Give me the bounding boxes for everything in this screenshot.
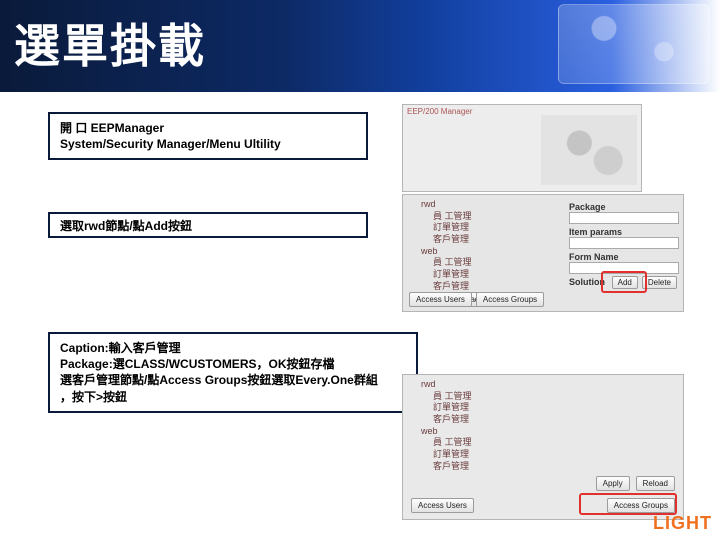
- instruction-3-line2: Package:選CLASS/WCUSTOMERS，OK按鈕存檔: [60, 357, 334, 371]
- tree-node[interactable]: 客戶管理: [407, 414, 547, 426]
- tree-node[interactable]: 訂單管理: [407, 449, 547, 461]
- tree-node[interactable]: 員 工管理: [407, 211, 547, 223]
- banner-graphic: [558, 4, 710, 84]
- access-groups-button[interactable]: Access Groups: [476, 292, 544, 307]
- gear-graphic: [541, 115, 637, 185]
- mock-tree-2: rwd 員 工管理 訂單管理 客戶管理 web 員 工管理 訂單管理 客戶管理: [407, 379, 547, 473]
- instruction-3-line4: ，按下>按鈕: [60, 390, 127, 404]
- tree-node[interactable]: 訂單管理: [407, 222, 547, 234]
- tree-node[interactable]: 訂單管理: [407, 402, 547, 414]
- input-form-name[interactable]: [569, 262, 679, 274]
- instruction-1-line2: System/Security Manager/Menu Ultility: [60, 137, 281, 151]
- mock2-apply-row: Apply Reload: [596, 476, 675, 491]
- delete-button[interactable]: Delete: [642, 276, 677, 289]
- instruction-step-2: 選取rwd節點/點Add按鈕: [48, 212, 368, 238]
- tree-node-rwd[interactable]: rwd: [407, 199, 547, 211]
- tree-node-web[interactable]: web: [407, 246, 547, 258]
- add-button[interactable]: Add: [612, 276, 638, 289]
- instruction-step-1: 開 口 EEPManager System/Security Manager/M…: [48, 112, 368, 160]
- instruction-3-line3: 選客戶管理節點/點Access Groups按鈕選取Every.One群組: [60, 373, 378, 387]
- mock-eepmanager-window: EEP/200 Manager: [402, 104, 642, 192]
- mock-tree: rwd 員 工管理 訂單管理 客戶管理 web 員 工管理 訂單管理 客戶管理: [407, 199, 547, 293]
- tree-node[interactable]: 員 工管理: [407, 257, 547, 269]
- tree-node[interactable]: 員 工管理: [407, 437, 547, 449]
- tree-node[interactable]: 員 工管理: [407, 391, 547, 403]
- logo-light: LIGHT: [653, 513, 712, 534]
- tree-node[interactable]: 客戶管理: [407, 281, 547, 293]
- mock-window-title: EEP/200 Manager: [407, 107, 472, 116]
- access-users-button[interactable]: Access Users: [411, 498, 474, 513]
- instruction-1-line1: 開 口 EEPManager: [60, 121, 164, 135]
- tree-node[interactable]: 訂單管理: [407, 269, 547, 281]
- tree-node-rwd[interactable]: rwd: [407, 379, 547, 391]
- instruction-step-3: Caption:輸入客戶管理 Package:選CLASS/WCUSTOMERS…: [48, 332, 418, 413]
- input-item-params[interactable]: [569, 237, 679, 249]
- tree-node[interactable]: 客戶管理: [407, 234, 547, 246]
- access-users-button[interactable]: Access Users: [409, 292, 472, 307]
- mock-menu-utility: rwd 員 工管理 訂單管理 客戶管理 web 員 工管理 訂單管理 客戶管理 …: [402, 194, 684, 312]
- slide-title: 選單掛載: [14, 10, 206, 76]
- mock2-access-groups-row: Access Groups: [607, 498, 675, 513]
- apply-button[interactable]: Apply: [596, 476, 630, 491]
- mock-field-column: Package Item params Form Name Solution: [569, 199, 679, 287]
- mock-add-delete-row: Add Delete: [612, 276, 677, 289]
- instruction-3-line1: Caption:輸入客戶管理: [60, 341, 181, 355]
- label-form-name: Form Name: [569, 252, 679, 262]
- reload-button[interactable]: Reload: [636, 476, 675, 491]
- mock-menu-utility-2: rwd 員 工管理 訂單管理 客戶管理 web 員 工管理 訂單管理 客戶管理 …: [402, 374, 684, 520]
- instruction-2-text: 選取rwd節點/點Add按鈕: [60, 219, 192, 233]
- tree-node-web[interactable]: web: [407, 426, 547, 438]
- access-groups-button[interactable]: Access Groups: [607, 498, 675, 513]
- label-item-params: Item params: [569, 227, 679, 237]
- label-package: Package: [569, 202, 679, 212]
- tree-node[interactable]: 客戶管理: [407, 461, 547, 473]
- input-package[interactable]: [569, 212, 679, 224]
